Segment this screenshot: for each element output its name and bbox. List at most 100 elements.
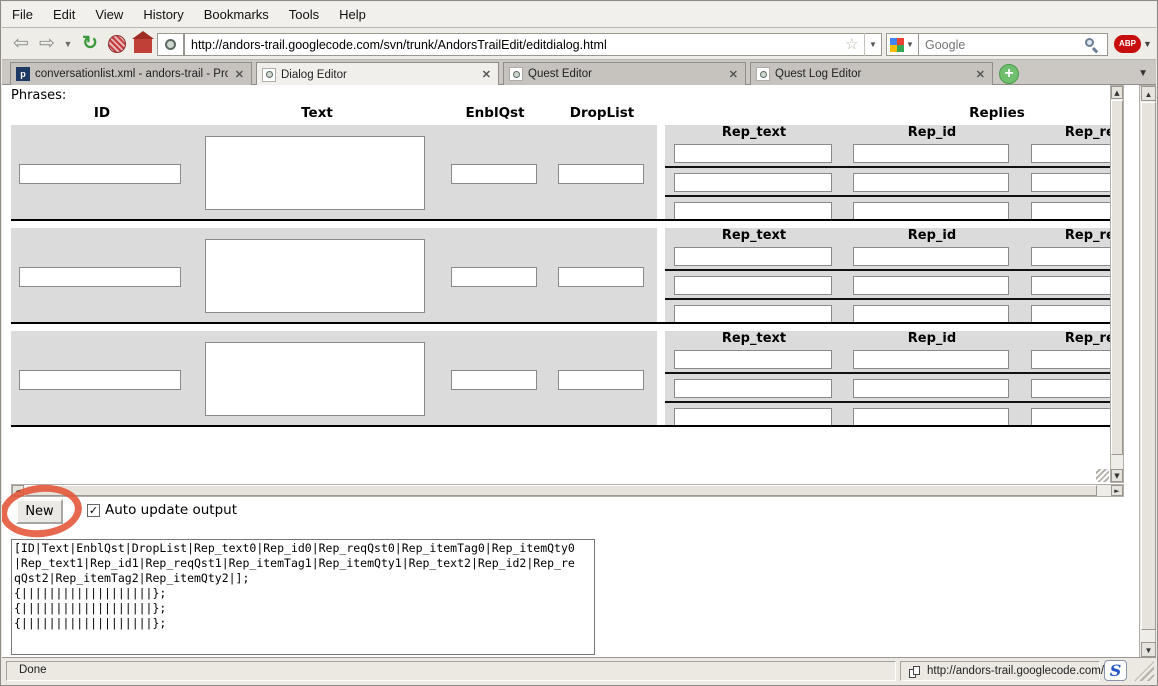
reply-reqqst-input[interactable] bbox=[1031, 247, 1119, 266]
phrase-enblqst-input[interactable] bbox=[451, 164, 537, 184]
phrases-vertical-scrollbar[interactable]: ▲ ▼ bbox=[1110, 85, 1124, 483]
adblock-plus-icon[interactable]: ABP bbox=[1114, 35, 1141, 53]
phrase-droplist-input[interactable] bbox=[558, 267, 644, 287]
reply-id-input[interactable] bbox=[853, 305, 1009, 324]
menu-help[interactable]: Help bbox=[329, 3, 376, 26]
phrase-enblqst-input[interactable] bbox=[451, 267, 537, 287]
menu-view[interactable]: View bbox=[85, 3, 133, 26]
reply-reqqst-input[interactable] bbox=[1031, 408, 1119, 427]
close-icon[interactable]: ✕ bbox=[727, 68, 740, 81]
stop-icon[interactable] bbox=[105, 32, 129, 56]
url-input[interactable] bbox=[184, 33, 882, 56]
search-icon[interactable] bbox=[1085, 38, 1099, 52]
reply-id-input[interactable] bbox=[853, 408, 1009, 427]
phrase-enblqst-input[interactable] bbox=[451, 370, 537, 390]
menu-bookmarks[interactable]: Bookmarks bbox=[194, 3, 279, 26]
auto-update-checkbox[interactable]: ✓ bbox=[87, 504, 100, 517]
tab-quest-editor[interactable]: Quest Editor ✕ bbox=[503, 62, 746, 85]
tab-label: Quest Log Editor bbox=[775, 68, 969, 80]
reply-text-input[interactable] bbox=[674, 202, 832, 221]
reply-id-input[interactable] bbox=[853, 350, 1009, 369]
reply-reqqst-input[interactable] bbox=[1031, 350, 1119, 369]
reply-reqqst-input[interactable] bbox=[1031, 202, 1119, 221]
scroll-down-icon[interactable]: ▼ bbox=[1141, 642, 1156, 657]
phrase-droplist-input[interactable] bbox=[558, 370, 644, 390]
reply-row bbox=[665, 347, 1119, 374]
scrollbar-thumb[interactable] bbox=[1141, 102, 1156, 630]
column-header-id: ID bbox=[21, 105, 183, 121]
phrase-droplist-input[interactable] bbox=[558, 164, 644, 184]
url-dropdown-icon[interactable]: ▼ bbox=[864, 33, 881, 56]
reply-header-rep-reqqst: Rep_reqQst bbox=[1031, 331, 1119, 347]
noscript-icon[interactable]: S bbox=[1104, 660, 1127, 681]
reply-id-input[interactable] bbox=[853, 379, 1009, 398]
close-icon[interactable]: ✕ bbox=[974, 68, 987, 81]
reply-reqqst-input[interactable] bbox=[1031, 305, 1119, 324]
menu-edit[interactable]: Edit bbox=[43, 3, 85, 26]
site-identity-box[interactable] bbox=[157, 33, 184, 56]
phrase-text-input[interactable] bbox=[205, 239, 425, 313]
reply-reqqst-input[interactable] bbox=[1031, 379, 1119, 398]
reply-text-input[interactable] bbox=[674, 173, 832, 192]
google-code-favicon-icon: p bbox=[16, 67, 30, 81]
scroll-down-icon[interactable]: ▼ bbox=[1111, 469, 1123, 482]
scroll-up-icon[interactable]: ▲ bbox=[1111, 86, 1123, 99]
bookmark-star-icon[interactable]: ☆ bbox=[845, 35, 858, 53]
scroll-right-icon[interactable]: ► bbox=[1111, 485, 1123, 496]
scroll-up-icon[interactable]: ▲ bbox=[1141, 86, 1156, 101]
phrase-id-input[interactable] bbox=[19, 164, 181, 184]
reply-reqqst-input[interactable] bbox=[1031, 173, 1119, 192]
auto-update-label: Auto update output bbox=[105, 502, 237, 518]
reply-id-input[interactable] bbox=[853, 173, 1009, 192]
reply-id-input[interactable] bbox=[853, 144, 1009, 163]
menu-file[interactable]: File bbox=[2, 3, 43, 26]
scrollbar-thumb[interactable] bbox=[1111, 100, 1123, 455]
list-all-tabs-icon[interactable]: ▼ bbox=[1138, 68, 1148, 79]
tab-conversationlist[interactable]: p conversationlist.xml - andors-trail - … bbox=[10, 62, 252, 85]
phrase-text-input[interactable] bbox=[205, 136, 425, 210]
reply-text-input[interactable] bbox=[674, 247, 832, 266]
search-engine-selector[interactable]: ▼ bbox=[886, 33, 918, 56]
search-input[interactable] bbox=[918, 33, 1108, 56]
tab-quest-log-editor[interactable]: Quest Log Editor ✕ bbox=[750, 62, 993, 85]
page-content: Phrases: ID Text EnblQst DropList Replie… bbox=[2, 85, 1139, 658]
reply-text-input[interactable] bbox=[674, 305, 832, 324]
back-icon[interactable]: ⇦ bbox=[9, 32, 33, 56]
tab-dialog-editor[interactable]: Dialog Editor ✕ bbox=[256, 62, 499, 86]
forward-icon[interactable]: ⇨ bbox=[35, 32, 59, 56]
adblock-dropdown-icon[interactable]: ▼ bbox=[1143, 39, 1152, 49]
scroll-left-icon[interactable]: ◄ bbox=[12, 485, 24, 496]
reply-text-input[interactable] bbox=[674, 350, 832, 369]
reply-header-rep-id: Rep_id bbox=[853, 331, 1011, 347]
window-resize-grip-icon[interactable] bbox=[1134, 661, 1154, 681]
phrase-id-input[interactable] bbox=[19, 370, 181, 390]
reply-text-input[interactable] bbox=[674, 379, 832, 398]
resize-grip-icon[interactable] bbox=[1096, 469, 1109, 482]
phrase-text-input[interactable] bbox=[205, 342, 425, 416]
reply-text-input[interactable] bbox=[674, 276, 832, 295]
nav-history-dropdown-icon[interactable]: ▼ bbox=[61, 32, 75, 56]
tab-label: conversationlist.xml - andors-trail - Pr… bbox=[35, 68, 228, 80]
reply-id-input[interactable] bbox=[853, 247, 1009, 266]
reply-id-input[interactable] bbox=[853, 276, 1009, 295]
reply-text-input[interactable] bbox=[674, 144, 832, 163]
output-textarea[interactable]: [ID|Text|EnblQst|DropList|Rep_text0|Rep_… bbox=[11, 539, 595, 655]
new-button[interactable]: New bbox=[16, 499, 63, 524]
phrases-horizontal-scrollbar[interactable]: ◄ ► bbox=[11, 484, 1124, 497]
close-icon[interactable]: ✕ bbox=[233, 68, 246, 81]
reply-reqqst-input[interactable] bbox=[1031, 144, 1119, 163]
new-tab-icon[interactable]: + bbox=[999, 64, 1019, 84]
reload-icon[interactable]: ↻ bbox=[78, 32, 102, 56]
phrase-id-input[interactable] bbox=[19, 267, 181, 287]
scrollbar-thumb[interactable] bbox=[25, 485, 1097, 496]
browser-vertical-scrollbar[interactable]: ▲ ▼ bbox=[1139, 85, 1156, 658]
reply-reqqst-input[interactable] bbox=[1031, 276, 1119, 295]
home-icon[interactable] bbox=[131, 32, 155, 56]
menu-tools[interactable]: Tools bbox=[279, 3, 329, 26]
reply-id-input[interactable] bbox=[853, 202, 1009, 221]
page-favicon-icon bbox=[262, 68, 276, 82]
reply-text-input[interactable] bbox=[674, 408, 832, 427]
menu-history[interactable]: History bbox=[133, 3, 193, 26]
home-glyph bbox=[134, 39, 152, 53]
close-icon[interactable]: ✕ bbox=[480, 68, 493, 81]
